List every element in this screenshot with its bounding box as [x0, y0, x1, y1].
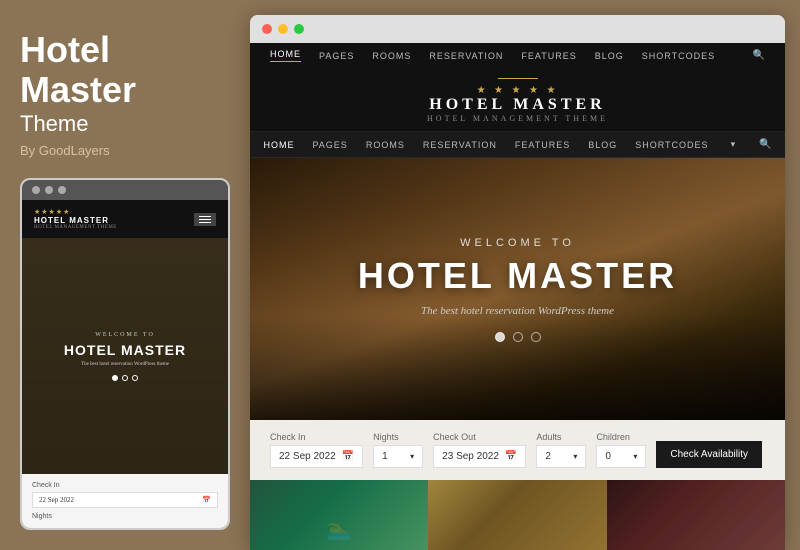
top-nav-rooms[interactable]: ROOMS — [372, 51, 411, 61]
hero-slide-indicators — [495, 332, 541, 342]
booking-bar: Check In 22 Sep 2022 📅 Nights 1 ▾ Check … — [250, 420, 785, 480]
hero-subtitle: The best hotel reservation WordPress the… — [421, 305, 614, 317]
second-nav-reservation[interactable]: RESERVATION — [423, 140, 497, 150]
mobile-titlebar — [22, 180, 228, 200]
mobile-hero-welcome: WELCOME TO — [95, 332, 155, 338]
mobile-stars: ★★★★★ — [34, 208, 70, 216]
mobile-checkin-input[interactable]: 22 Sep 2022 📅 — [32, 492, 218, 508]
mobile-dot-1 — [32, 186, 40, 194]
logo-main-text: HOTEL MASTER — [429, 96, 605, 114]
browser-window: HOME PAGES ROOMS RESERVATION FEATURES BL… — [250, 15, 785, 550]
adults-dropdown-icon: ▾ — [573, 452, 577, 461]
mobile-slide-dot-3[interactable] — [132, 375, 138, 381]
calendar-icon: 📅 — [202, 496, 211, 504]
mobile-slide-dot-2[interactable] — [122, 375, 128, 381]
theme-title: Hotel Master Theme By GoodLayers — [20, 30, 230, 158]
mobile-nav: ★★★★★ HOTEL MASTER HOTEL MANAGEMENT THEM… — [22, 200, 228, 238]
top-nav-pages[interactable]: PAGES — [319, 51, 354, 61]
logo-area: ★ ★ ★ ★ ★ HOTEL MASTER Hotel Management … — [250, 68, 785, 132]
mobile-checkin-area: Check In 22 Sep 2022 📅 Nights — [22, 474, 228, 528]
hero-dot-1[interactable] — [495, 332, 505, 342]
checkin-field: Check In 22 Sep 2022 📅 — [270, 432, 363, 468]
room-image — [428, 480, 606, 550]
mobile-dot-3 — [58, 186, 66, 194]
browser-minimize-dot[interactable] — [278, 24, 288, 34]
hero-welcome-text: WELCOME TO — [460, 237, 575, 249]
second-nav-rooms[interactable]: ROOMS — [366, 140, 405, 150]
hero-dot-2[interactable] — [513, 332, 523, 342]
mobile-nights-label: Nights — [32, 513, 218, 520]
bottom-images-row: 🏊 — [250, 480, 785, 550]
checkout-input[interactable]: 23 Sep 2022 📅 — [433, 445, 526, 468]
mobile-logo-text: HOTEL MASTER — [34, 216, 109, 225]
children-select[interactable]: 0 ▾ — [596, 445, 646, 468]
top-nav-blog[interactable]: BLOG — [595, 51, 624, 61]
mobile-slide-indicators — [112, 375, 138, 381]
left-panel: Hotel Master Theme By GoodLayers ★★★★★ H… — [0, 0, 250, 550]
adults-select[interactable]: 2 ▾ — [536, 445, 586, 468]
logo-stars: ★ ★ ★ ★ ★ — [477, 85, 559, 96]
hero-main-title: HOTEL MASTER — [358, 255, 677, 297]
checkin-label: Check In — [270, 432, 363, 442]
checkin-calendar-icon: 📅 — [342, 451, 354, 462]
checkout-field: Check Out 23 Sep 2022 📅 — [433, 432, 526, 468]
second-nav-pages[interactable]: PAGES — [312, 140, 347, 150]
title-hotel-master: Hotel Master — [20, 30, 230, 109]
children-label: Children — [596, 432, 646, 442]
children-dropdown-icon: ▾ — [633, 452, 637, 461]
second-navigation: HOME PAGES ROOMS RESERVATION FEATURES BL… — [250, 132, 785, 158]
second-nav-search-icon[interactable]: 🔍 — [759, 139, 771, 150]
nights-select[interactable]: 1 ▾ — [373, 445, 423, 468]
mobile-hero-title: HOTEL MASTER — [64, 342, 186, 358]
nights-dropdown-icon: ▾ — [410, 452, 414, 461]
children-field: Children 0 ▾ — [596, 432, 646, 468]
checkin-input[interactable]: 22 Sep 2022 📅 — [270, 445, 363, 468]
adults-label: Adults — [536, 432, 586, 442]
adults-field: Adults 2 ▾ — [536, 432, 586, 468]
mobile-logo: ★★★★★ HOTEL MASTER HOTEL MANAGEMENT THEM… — [34, 208, 117, 230]
browser-close-dot[interactable] — [262, 24, 272, 34]
browser-titlebar — [250, 15, 785, 43]
nights-field: Nights 1 ▾ — [373, 432, 423, 468]
browser-content: HOME PAGES ROOMS RESERVATION FEATURES BL… — [250, 43, 785, 550]
second-nav-shortcodes[interactable]: SHORTCODES — [635, 140, 708, 150]
top-nav-home[interactable]: HOME — [270, 49, 301, 62]
hero-dot-3[interactable] — [531, 332, 541, 342]
top-nav-reservation[interactable]: RESERVATION — [429, 51, 503, 61]
second-nav-blog[interactable]: BLOG — [588, 140, 617, 150]
checkout-calendar-icon: 📅 — [505, 451, 517, 462]
top-nav-shortcodes[interactable]: SHORTCODES — [642, 51, 715, 61]
browser-maximize-dot[interactable] — [294, 24, 304, 34]
dining-image — [607, 480, 785, 550]
top-nav-features[interactable]: FEATURES — [521, 51, 576, 61]
logo-divider — [498, 78, 538, 79]
pool-image: 🏊 — [250, 480, 428, 550]
mobile-hamburger-button[interactable] — [194, 213, 216, 226]
mobile-checkin-label: Check In — [32, 482, 218, 489]
second-nav-home[interactable]: HOME — [263, 140, 294, 150]
check-availability-button[interactable]: Check Availability — [656, 441, 762, 468]
top-search-icon[interactable]: 🔍 — [753, 50, 765, 61]
mobile-slide-dot-1[interactable] — [112, 375, 118, 381]
second-nav-features[interactable]: FEATURES — [515, 140, 570, 150]
hero-section: WELCOME TO HOTEL MASTER The best hotel r… — [250, 158, 785, 420]
second-nav-dropdown-icon: ▾ — [731, 139, 736, 150]
mobile-hero-subtitle: The best hotel reservation WordPress the… — [81, 362, 169, 367]
theme-label: Theme — [20, 111, 230, 137]
mobile-logo-sub: HOTEL MANAGEMENT THEME — [34, 225, 117, 230]
mobile-hero: WELCOME TO HOTEL MASTER The best hotel r… — [22, 238, 228, 474]
checkout-label: Check Out — [433, 432, 526, 442]
top-navigation: HOME PAGES ROOMS RESERVATION FEATURES BL… — [250, 43, 785, 68]
by-line: By GoodLayers — [20, 143, 230, 158]
mobile-content: ★★★★★ HOTEL MASTER HOTEL MANAGEMENT THEM… — [22, 200, 228, 528]
mobile-dot-2 — [45, 186, 53, 194]
logo-sub-text: Hotel Management Theme — [427, 114, 608, 123]
mobile-mockup: ★★★★★ HOTEL MASTER HOTEL MANAGEMENT THEM… — [20, 178, 230, 530]
nights-label: Nights — [373, 432, 423, 442]
